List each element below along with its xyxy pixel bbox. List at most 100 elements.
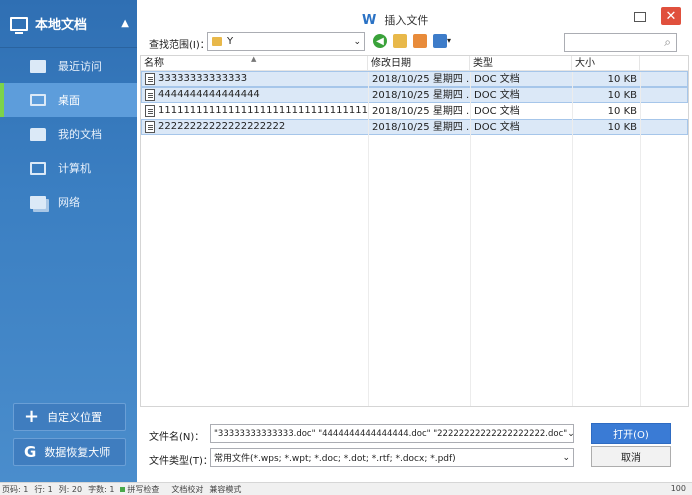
- status-page: 页码: 1: [2, 484, 29, 494]
- view-dropdown-icon[interactable]: ▾: [447, 36, 451, 45]
- file-name: 22222222222222222222: [158, 121, 286, 132]
- column-divider: [368, 72, 369, 406]
- dialog-titlebar: W 插入文件 ✕: [137, 0, 692, 30]
- view-menu-icon[interactable]: [433, 34, 447, 48]
- doc-file-icon: [145, 105, 155, 117]
- zoom-level[interactable]: 100: [671, 484, 686, 493]
- wps-writer-icon: W: [362, 12, 377, 28]
- doc-file-icon: [145, 73, 155, 85]
- sort-arrow-icon: ▲: [251, 55, 257, 63]
- search-icon: ⌕: [664, 35, 671, 49]
- proof-toggle[interactable]: 文档校对: [171, 484, 203, 495]
- file-list[interactable]: 名称 ▲ 修改日期 类型 大小 33333333333333 2018/10/25…: [140, 55, 689, 407]
- close-button[interactable]: ✕: [661, 7, 681, 25]
- custom-location-label: 自定义位置: [47, 411, 103, 424]
- file-size: 10 KB: [607, 122, 637, 133]
- status-row: 行: 1: [34, 484, 53, 494]
- file-name: 33333333333333: [158, 73, 248, 84]
- file-type: DOC 文档: [474, 106, 520, 117]
- monitor-icon: [30, 161, 46, 175]
- file-date: 2018/10/25 星期四 ...: [372, 106, 471, 117]
- dialog-bottom: 文件名(N)： "33333333333333.doc" "4444444444…: [137, 420, 692, 482]
- filename-input[interactable]: "33333333333333.doc" "4444444444444444.d…: [210, 424, 574, 443]
- file-date: 2018/10/25 星期四 ...: [372, 90, 471, 101]
- sidebar-item-label: 网络: [58, 196, 80, 209]
- column-divider: [572, 72, 573, 406]
- cancel-button[interactable]: 取消: [591, 446, 671, 467]
- sidebar-title: 本地文档: [35, 18, 88, 33]
- maximize-button[interactable]: [634, 12, 646, 22]
- doc-file-icon: [145, 121, 155, 133]
- compat-mode: 兼容模式: [209, 484, 242, 494]
- filetype-value: 常用文件(*.wps; *.wpt; *.doc; *.dot; *.rtf; …: [214, 454, 456, 464]
- file-type: DOC 文档: [474, 122, 520, 133]
- file-row[interactable]: 33333333333333 2018/10/25 星期四 ... DOC 文档…: [141, 71, 688, 87]
- status-bar: 页码: 1 行: 1 列: 20 字数: 1 拼写检查 文档校对 兼容模式 10…: [0, 482, 692, 495]
- network-icon: [30, 195, 46, 209]
- column-header-type[interactable]: 类型: [470, 56, 572, 70]
- column-header-label: 名称: [144, 58, 164, 69]
- custom-location-button[interactable]: + 自定义位置: [13, 403, 126, 431]
- sidebar: 本地文档 ▲ 最近访问 桌面 我的文档 计算机 网络 + 自定义位置 G 数据恢…: [0, 0, 137, 482]
- checkbox-icon: [120, 486, 126, 492]
- chevron-down-icon[interactable]: ⌄: [567, 429, 573, 439]
- column-header-name[interactable]: 名称 ▲: [141, 56, 368, 70]
- filetype-select[interactable]: 常用文件(*.wps; *.wpt; *.doc; *.dot; *.rtf; …: [210, 448, 574, 467]
- open-button[interactable]: 打开(O): [591, 423, 671, 444]
- sidebar-item-my-documents[interactable]: 我的文档: [0, 117, 137, 151]
- sidebar-item-label: 我的文档: [58, 128, 102, 141]
- sidebar-item-network[interactable]: 网络: [0, 185, 137, 219]
- recent-folder-icon: [30, 59, 46, 73]
- file-type: DOC 文档: [474, 74, 520, 85]
- folder-icon: [30, 127, 46, 141]
- column-divider: [470, 72, 471, 406]
- sidebar-item-label: 桌面: [58, 94, 80, 107]
- sidebar-item-computer[interactable]: 计算机: [0, 151, 137, 185]
- file-date: 2018/10/25 星期四 ...: [372, 74, 471, 85]
- file-size: 10 KB: [607, 90, 637, 101]
- dialog-title-text: 插入文件: [384, 14, 429, 27]
- file-size: 10 KB: [607, 74, 637, 85]
- file-row[interactable]: 4444444444444444 2018/10/25 星期四 ... DOC …: [141, 87, 688, 103]
- column-header-date[interactable]: 修改日期: [368, 56, 470, 70]
- computer-icon: [10, 16, 28, 34]
- data-recovery-label: 数据恢复大师: [44, 446, 111, 459]
- chevron-down-icon: ⌄: [353, 36, 361, 47]
- column-header-size[interactable]: 大小: [572, 56, 640, 70]
- dialog-title: W 插入文件: [362, 12, 428, 28]
- spellcheck-label: 拼写检查: [127, 484, 160, 494]
- up-folder-icon[interactable]: [393, 34, 407, 48]
- chevron-down-icon: ⌄: [562, 452, 570, 463]
- plus-icon: +: [24, 406, 40, 427]
- insert-file-dialog: W 插入文件 ✕ 查找范围(I)： Y ⌄ ◀ ▾ ⌕ 名称 ▲ 修改日期 类型 …: [137, 0, 692, 482]
- status-words: 字数: 1: [88, 484, 115, 494]
- status-col: 列: 20: [58, 484, 83, 494]
- file-row[interactable]: 11111111111111111111111111111111111111..…: [141, 103, 688, 119]
- column-divider: [640, 72, 641, 406]
- spellcheck-toggle[interactable]: 拼写检查: [120, 484, 165, 495]
- back-icon[interactable]: ◀: [373, 34, 387, 48]
- dialog-toolbar: 查找范围(I)： Y ⌄ ◀ ▾ ⌕: [137, 31, 692, 53]
- collapse-arrow-icon[interactable]: ▲: [121, 18, 129, 29]
- file-type: DOC 文档: [474, 90, 520, 101]
- filetype-label: 文件类型(T)：: [149, 456, 213, 467]
- sidebar-header[interactable]: 本地文档 ▲: [0, 0, 137, 48]
- lookin-value: Y: [227, 36, 234, 47]
- file-list-header: 名称 ▲ 修改日期 类型 大小: [141, 56, 688, 71]
- file-row[interactable]: 22222222222222222222 2018/10/25 星期四 ... …: [141, 119, 688, 135]
- sidebar-item-recent[interactable]: 最近访问: [0, 49, 137, 83]
- filename-label: 文件名(N)：: [149, 432, 205, 443]
- lookin-label: 查找范围(I)：: [149, 40, 210, 51]
- search-input[interactable]: ⌕: [564, 33, 677, 52]
- new-folder-icon[interactable]: [413, 34, 427, 48]
- data-recovery-button[interactable]: G 数据恢复大师: [13, 438, 126, 466]
- sidebar-item-label: 计算机: [58, 162, 91, 175]
- folder-icon: [212, 37, 222, 46]
- sidebar-item-desktop[interactable]: 桌面: [0, 83, 137, 117]
- sidebar-item-label: 最近访问: [58, 60, 102, 73]
- filename-value: "33333333333333.doc" "4444444444444444.d…: [214, 428, 568, 439]
- file-name: 4444444444444444: [158, 89, 260, 100]
- lookin-select[interactable]: Y ⌄: [207, 32, 365, 51]
- file-name: 11111111111111111111111111111111111111..…: [158, 105, 369, 116]
- doc-file-icon: [145, 89, 155, 101]
